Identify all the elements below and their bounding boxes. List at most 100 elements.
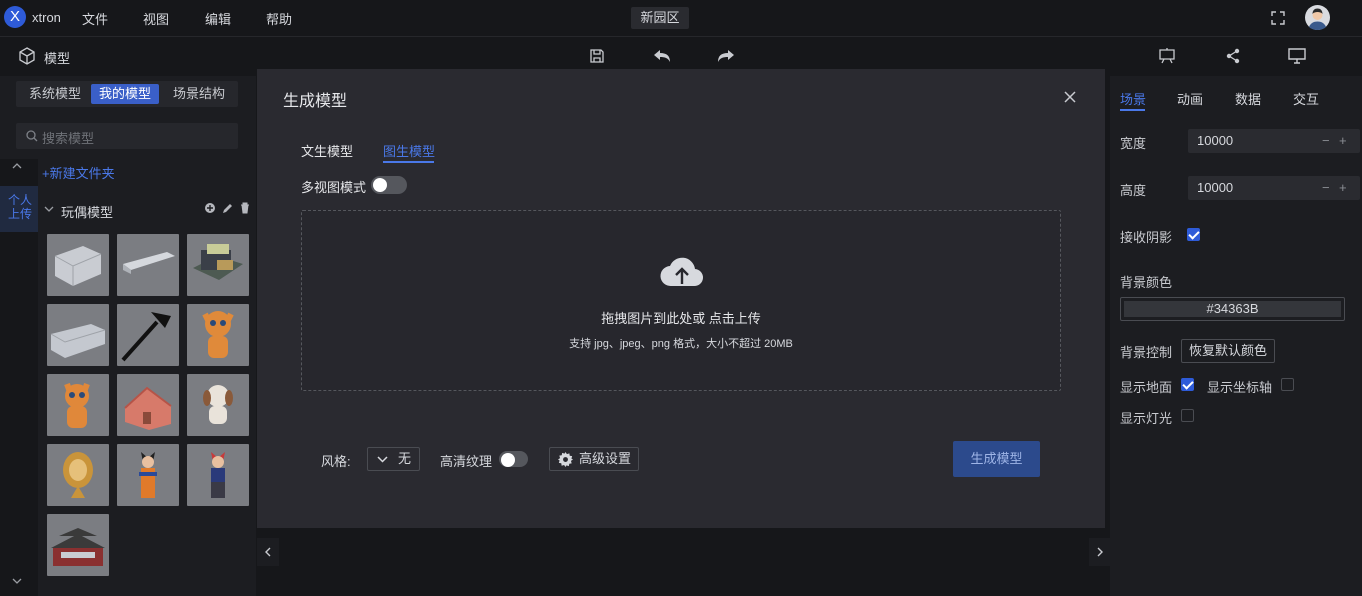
multiview-label: 多视图模式 — [301, 180, 367, 195]
left-collapse-handle[interactable] — [257, 538, 279, 566]
menu-view[interactable]: 视图 — [143, 9, 169, 28]
gear-icon — [558, 452, 573, 467]
active-tab-underline — [383, 161, 434, 163]
folder-name[interactable]: 玩偶模型 — [61, 202, 113, 221]
active-tab-underline — [1120, 109, 1145, 111]
height-label: 高度 — [1120, 183, 1147, 198]
right-collapse-handle[interactable] — [1089, 538, 1111, 566]
tab-interaction[interactable]: 交互 — [1293, 89, 1319, 108]
tab-system-models[interactable]: 系统模型 — [21, 84, 89, 104]
model-thumb-fox[interactable] — [47, 374, 109, 436]
library-tabs: 系统模型 我的模型 场景结构 — [16, 81, 238, 107]
tab-my-models[interactable]: 我的模型 — [91, 84, 160, 104]
height-value: 10000 — [1197, 180, 1234, 195]
model-thumb-wall[interactable] — [117, 234, 179, 296]
upload-dropzone[interactable]: 拖拽图片到此处或 点击上传 支持 jpg、jpeg、png 格式，大小不超过 2… — [301, 210, 1061, 391]
generate-model-dialog: 生成模型 文生模型 图生模型 多视图模式 拖拽图片到此处或 点击上传 支持 jp… — [257, 69, 1105, 528]
properties-panel: 场景 动画 数据 交互 宽度 10000 − + 高度 10000 − + 接收… — [1110, 76, 1362, 596]
edit-icon[interactable] — [222, 202, 234, 214]
restore-default-color-button[interactable]: 恢复默认颜色 — [1181, 339, 1275, 363]
cloud-upload-icon — [660, 257, 704, 287]
undo-icon[interactable] — [653, 48, 671, 64]
decrement-icon[interactable]: − — [1322, 129, 1330, 153]
avatar[interactable] — [1305, 5, 1330, 30]
increment-icon[interactable]: + — [1339, 129, 1347, 153]
tab-scene-structure[interactable]: 场景结构 — [165, 84, 233, 104]
bg-color-picker[interactable]: #34363B — [1120, 297, 1345, 321]
show-ground-label: 显示地面 — [1120, 380, 1173, 395]
decrement-icon[interactable]: − — [1322, 176, 1330, 200]
width-input[interactable]: 10000 − + — [1188, 129, 1360, 153]
chevron-down-icon[interactable] — [44, 205, 54, 213]
model-search[interactable]: 搜索模型 — [16, 123, 238, 149]
redo-icon[interactable] — [717, 48, 735, 64]
delete-icon[interactable] — [240, 202, 250, 214]
style-select[interactable]: 无 — [367, 447, 420, 471]
tab-text-to-model[interactable]: 文生模型 — [301, 141, 353, 160]
show-ground-checkbox[interactable] — [1181, 378, 1194, 391]
chevron-down-icon[interactable] — [12, 577, 22, 585]
side-tab-line2: 上传 — [8, 207, 33, 221]
toolbar-title: 模型 — [44, 51, 71, 66]
model-thumb-machine[interactable] — [187, 234, 249, 296]
bg-color-label: 背景颜色 — [1120, 275, 1173, 290]
chevron-right-icon — [1097, 547, 1103, 557]
width-value: 10000 — [1197, 133, 1234, 148]
bg-control-label: 背景控制 — [1120, 345, 1173, 360]
menu-edit[interactable]: 编辑 — [205, 9, 231, 28]
show-light-label: 显示灯光 — [1120, 411, 1173, 426]
fullscreen-icon[interactable] — [1271, 11, 1285, 25]
close-icon[interactable] — [1064, 91, 1076, 103]
chevron-left-icon — [265, 547, 271, 557]
model-thumb-palace[interactable] — [47, 514, 109, 576]
cube-icon — [19, 47, 35, 65]
side-tab-upload[interactable]: 个人 上传 — [0, 186, 38, 232]
model-thumb-axe[interactable] — [117, 304, 179, 366]
show-light-checkbox[interactable] — [1181, 409, 1194, 422]
save-icon[interactable] — [589, 48, 605, 64]
menu-help[interactable]: 帮助 — [266, 9, 292, 28]
tab-data[interactable]: 数据 — [1235, 89, 1261, 108]
dialog-title: 生成模型 — [283, 93, 348, 110]
chevron-down-icon — [377, 456, 388, 463]
model-library-panel: 系统模型 我的模型 场景结构 搜索模型 +新建文件夹 个人 上传 玩偶模型 — [0, 76, 256, 596]
share-icon[interactable] — [1225, 48, 1241, 64]
model-thumb-fighter-orange[interactable] — [117, 444, 179, 506]
show-axis-label: 显示坐标轴 — [1207, 380, 1273, 395]
multiview-toggle[interactable] — [371, 176, 407, 194]
generate-model-button[interactable]: 生成模型 — [953, 441, 1040, 477]
hd-texture-label: 高清纹理 — [440, 454, 493, 469]
style-label: 风格: — [321, 454, 351, 469]
upload-sub-text: 支持 jpg、jpeg、png 格式，大小不超过 20MB — [569, 338, 793, 350]
model-thumb-building[interactable] — [47, 234, 109, 296]
new-folder-link[interactable]: +新建文件夹 — [42, 163, 115, 182]
advanced-settings-label: 高级设置 — [579, 451, 632, 466]
show-axis-checkbox[interactable] — [1281, 378, 1294, 391]
top-bar: X xtron 文件 视图 编辑 帮助 新园区 — [0, 0, 1362, 37]
search-icon — [26, 130, 38, 142]
model-thumb-dog[interactable] — [187, 374, 249, 436]
tab-animation[interactable]: 动画 — [1177, 89, 1203, 108]
scene-name[interactable]: 新园区 — [631, 7, 689, 29]
width-label: 宽度 — [1120, 136, 1147, 151]
model-thumb-block[interactable] — [47, 304, 109, 366]
search-input[interactable]: 搜索模型 — [42, 128, 94, 147]
receive-shadow-checkbox[interactable] — [1187, 228, 1200, 241]
app-logo: X — [4, 6, 26, 28]
style-value: 无 — [398, 451, 412, 466]
model-thumb-cat[interactable] — [187, 304, 249, 366]
advanced-settings-button[interactable]: 高级设置 — [549, 447, 639, 471]
model-thumb-fighter-red[interactable] — [187, 444, 249, 506]
add-icon[interactable] — [205, 203, 215, 213]
hd-texture-toggle[interactable] — [499, 451, 528, 467]
menu-file[interactable]: 文件 — [82, 9, 108, 28]
monitor-icon[interactable] — [1288, 47, 1306, 64]
tab-scene[interactable]: 场景 — [1120, 89, 1146, 108]
presentation-icon[interactable] — [1158, 48, 1176, 64]
model-thumb-ornament[interactable] — [47, 444, 109, 506]
chevron-up-icon[interactable] — [12, 162, 22, 170]
increment-icon[interactable]: + — [1339, 176, 1347, 200]
height-input[interactable]: 10000 − + — [1188, 176, 1360, 200]
model-thumb-house[interactable] — [117, 374, 179, 436]
tab-image-to-model[interactable]: 图生模型 — [383, 141, 435, 160]
